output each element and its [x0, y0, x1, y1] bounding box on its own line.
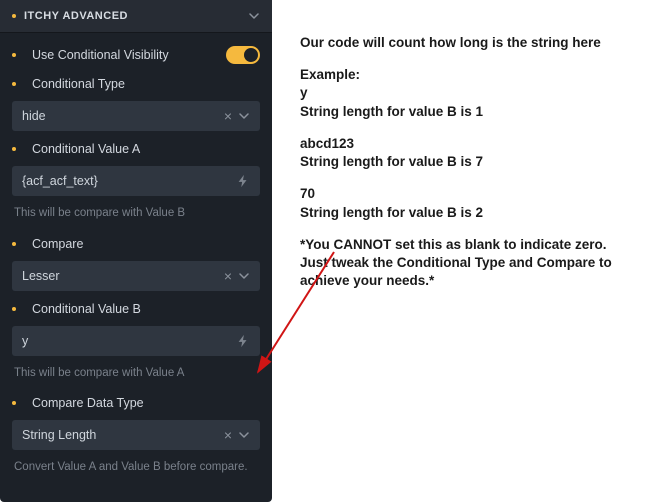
- bolt-icon[interactable]: [236, 334, 250, 348]
- bolt-icon[interactable]: [236, 174, 250, 188]
- chevron-down-icon[interactable]: [238, 270, 250, 282]
- compare-data-type-select[interactable]: String Length ×: [12, 420, 260, 450]
- bullet-icon: [12, 82, 16, 86]
- input-value: y: [22, 334, 236, 348]
- field-conditional-type-label: Conditional Type: [12, 74, 260, 93]
- field-label: Use Conditional Visibility: [32, 48, 169, 62]
- doc-ex2-out: String length for value B is 7: [300, 153, 624, 171]
- doc-ex3-out: String length for value B is 2: [300, 204, 624, 222]
- chevron-down-icon[interactable]: [238, 110, 250, 122]
- panel-body: Use Conditional Visibility Conditional T…: [0, 33, 272, 496]
- bullet-icon: [12, 14, 16, 18]
- bullet-icon: [12, 53, 16, 57]
- toggle-switch[interactable]: [226, 46, 260, 64]
- field-use-conditional: Use Conditional Visibility: [12, 43, 260, 66]
- compare-select[interactable]: Lesser ×: [12, 261, 260, 291]
- bullet-icon: [12, 401, 16, 405]
- chevron-down-icon[interactable]: [248, 10, 260, 22]
- field-label: Compare Data Type: [32, 396, 144, 410]
- panel-header[interactable]: ITCHY ADVANCED: [0, 0, 272, 33]
- doc-ex2-in: abcd123: [300, 135, 624, 153]
- field-label: Conditional Type: [32, 77, 125, 91]
- clear-icon[interactable]: ×: [224, 109, 232, 123]
- field-cond-value-b-label: Conditional Value B: [12, 299, 260, 318]
- field-label: Compare: [32, 237, 83, 251]
- settings-panel: ITCHY ADVANCED Use Conditional Visibilit…: [0, 0, 272, 502]
- cond-value-b-input[interactable]: y: [12, 326, 260, 356]
- explainer-text: Our code will count how long is the stri…: [272, 0, 646, 502]
- bullet-icon: [12, 307, 16, 311]
- select-value: hide: [22, 109, 224, 123]
- field-cond-value-a-label: Conditional Value A: [12, 139, 260, 158]
- bullet-icon: [12, 147, 16, 151]
- doc-note: *You CANNOT set this as blank to indicat…: [300, 236, 624, 291]
- panel-title: ITCHY ADVANCED: [24, 10, 248, 22]
- field-hint: This will be compare with Value B: [12, 202, 260, 228]
- field-compare-label: Compare: [12, 234, 260, 253]
- doc-intro: Our code will count how long is the stri…: [300, 34, 624, 52]
- field-label: Conditional Value A: [32, 142, 140, 156]
- clear-icon[interactable]: ×: [224, 269, 232, 283]
- field-hint: This will be compare with Value A: [12, 362, 260, 388]
- doc-example-heading: Example:: [300, 66, 624, 84]
- doc-ex1-in: y: [300, 84, 624, 102]
- doc-ex3-in: 70: [300, 185, 624, 203]
- field-label: Conditional Value B: [32, 302, 141, 316]
- field-hint: Convert Value A and Value B before compa…: [12, 456, 260, 482]
- doc-ex1-out: String length for value B is 1: [300, 103, 624, 121]
- select-value: Lesser: [22, 269, 224, 283]
- bullet-icon: [12, 242, 16, 246]
- chevron-down-icon[interactable]: [238, 429, 250, 441]
- conditional-type-select[interactable]: hide ×: [12, 101, 260, 131]
- select-value: String Length: [22, 428, 224, 442]
- input-value: {acf_acf_text}: [22, 174, 236, 188]
- clear-icon[interactable]: ×: [224, 428, 232, 442]
- field-compare-data-type-label: Compare Data Type: [12, 393, 260, 412]
- cond-value-a-input[interactable]: {acf_acf_text}: [12, 166, 260, 196]
